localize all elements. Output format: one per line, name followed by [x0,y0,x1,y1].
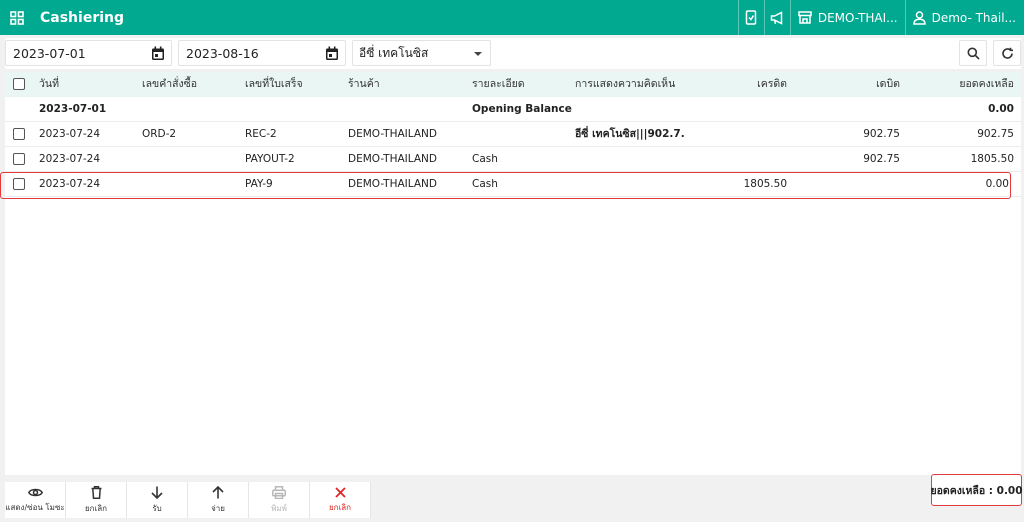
refresh-button[interactable] [993,40,1021,66]
date-to-input[interactable] [179,45,309,61]
arrow-down-icon [151,486,163,499]
col-detail[interactable]: รายละเอียด [472,72,525,97]
filter-bar: อีซี่ เทคโนซิส [5,38,1021,69]
cell-store: DEMO-THAILAND [348,153,437,165]
app-header: Cashiering DEMO-THAI... Demo- Thail... [0,0,1024,35]
mobile-payment-button[interactable] [737,0,764,35]
delete-button[interactable]: ยกเลิก [66,482,127,518]
eye-icon [27,488,43,496]
customer-select[interactable]: อีซี่ เทคโนซิส [352,40,491,66]
row-checkbox[interactable] [13,128,25,140]
megaphone-icon [770,10,783,25]
app-title: Cashiering [40,9,125,26]
show-hide-button[interactable]: แสดง/ซ่อน โมซะ [5,482,66,518]
cell-credit: 1805.50 [743,178,787,190]
col-receipt-no[interactable]: เลขที่ใบเสร็จ [245,72,303,97]
table-row[interactable]: 2023-07-24 ORD-2 REC-2 DEMO-THAILAND อีซ… [5,122,1021,147]
select-all-checkbox[interactable] [13,78,25,90]
cell-receipt-no[interactable]: PAY-9 [245,172,273,197]
cancel-button[interactable]: ยกเลิก [310,482,371,518]
table-header: วันที่ เลขคำสั่งซื้อ เลขที่ใบเสร็จ ร้านค… [5,72,1021,97]
cell-detail: Opening Balance [472,103,572,115]
col-store[interactable]: ร้านค้า [348,72,380,97]
store-switcher-button[interactable]: DEMO-THAI... [789,0,905,35]
table-row[interactable]: 2023-07-24 PAYOUT-2 DEMO-THAILAND Cash 9… [5,147,1021,172]
row-checkbox[interactable] [13,178,25,190]
row-checkbox[interactable] [13,153,25,165]
col-date[interactable]: วันที่ [39,72,59,97]
cell-balance: 0.00 [985,178,1009,190]
receive-button[interactable]: รับ [127,482,188,518]
cancel-label: ยกเลิก [328,502,351,512]
close-icon [334,486,346,498]
cell-balance: 0.00 [988,103,1014,115]
refresh-icon [1001,47,1013,59]
user-name: Demo- Thail... [931,10,1016,25]
col-order-no[interactable]: เลขคำสั่งซื้อ [142,72,197,97]
delete-label: ยกเลิก [84,503,107,513]
table-row[interactable]: 2023-07-24 PAY-9 DEMO-THAILAND Cash 1805… [5,172,1021,197]
announcement-button[interactable] [763,0,790,35]
balance-summary: ยอดคงเหลือ : 0.00 [930,474,1023,506]
col-credit[interactable]: เครดิต [687,72,787,97]
user-menu-button[interactable]: Demo- Thail... [904,0,1024,35]
cell-date: 2023-07-24 [39,128,101,140]
show-hide-label: แสดง/ซ่อน โมซะ [5,502,65,512]
cell-balance: 902.75 [977,128,1014,140]
date-from-field[interactable] [5,40,172,66]
cell-order-no: ORD-2 [142,128,177,140]
cell-date: 2023-07-01 [39,103,107,115]
store-icon [798,11,812,24]
search-button[interactable] [959,40,987,66]
col-balance[interactable]: ยอดคงเหลือ [910,72,1014,97]
print-button[interactable]: พิมพ์ [249,482,310,518]
receive-label: รับ [152,503,162,513]
cashiering-table: วันที่ เลขคำสั่งซื้อ เลขที่ใบเสร็จ ร้านค… [5,72,1021,475]
arrow-up-icon [212,485,224,498]
store-name: DEMO-THAI... [817,10,898,25]
trash-icon [91,485,101,499]
cell-date: 2023-07-24 [39,178,101,190]
calendar-icon[interactable] [151,46,165,61]
cell-comment: อีซี่ เทคโนซิส|||902.7... [575,128,685,140]
col-debit[interactable]: เดบิต [800,72,900,97]
cell-detail: Cash [472,153,498,165]
cell-receipt-no[interactable]: PAYOUT-2 [245,147,295,172]
cell-debit: 902.75 [863,128,900,140]
calendar-icon[interactable] [325,46,339,61]
print-label: พิมพ์ [271,503,287,513]
pay-label: จ่าย [211,503,225,513]
table-row[interactable]: 2023-07-01 Opening Balance 0.00 [5,97,1021,122]
cell-store: DEMO-THAILAND [348,178,437,190]
search-icon [967,47,980,60]
cell-detail: Cash [472,178,498,190]
cell-receipt-no[interactable]: REC-2 [245,122,277,147]
date-to-field[interactable] [178,40,346,66]
apps-grid-icon[interactable] [2,0,32,35]
cell-date: 2023-07-24 [39,153,101,165]
col-comment[interactable]: การแสดงความคิดเห็น [575,72,675,97]
cell-debit: 902.75 [863,153,900,165]
user-icon [912,10,926,25]
cell-balance: 1805.50 [970,153,1014,165]
pay-button[interactable]: จ่าย [188,482,249,518]
printer-icon [272,485,286,499]
chevron-down-icon [474,52,482,56]
customer-select-value: อีซี่ เทคโนซิส [359,45,429,60]
date-from-input[interactable] [6,45,136,61]
action-bar: แสดง/ซ่อน โมซะ ยกเลิก รับ จ่าย พิมพ์ ยกเ… [5,482,371,518]
mobile-payment-icon [746,10,757,25]
cell-store: DEMO-THAILAND [348,128,437,140]
